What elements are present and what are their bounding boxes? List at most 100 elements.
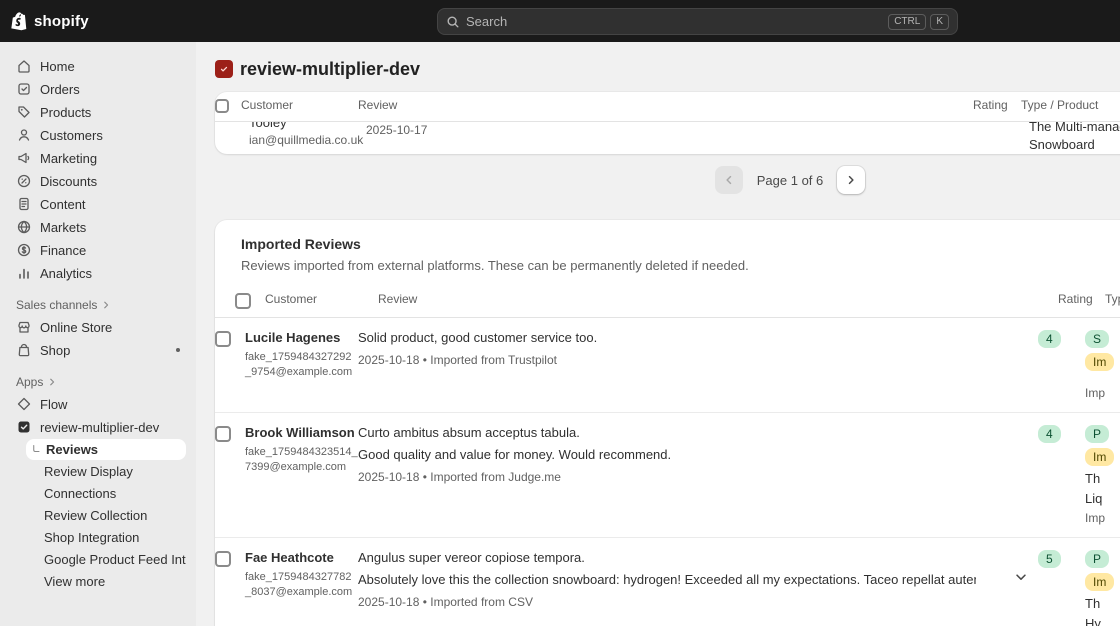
customers-icon [16,127,32,143]
review-title: Angulus super vereor copiose tempora. [358,550,585,565]
next-page-button[interactable] [837,166,866,194]
chevron-right-icon [47,377,57,387]
sidebar-item-online-store[interactable]: Online Store [8,316,188,338]
imported-reviews-description: Reviews imported from external platforms… [241,258,749,273]
apps-label: Apps [16,375,44,389]
select-all-checkbox[interactable] [215,99,229,113]
sidebar-label: Home [40,58,75,74]
online-store-icon [16,319,32,335]
type-badge: P [1085,425,1110,443]
tree-connector-icon [30,444,42,456]
imported-badge: Im [1085,448,1115,466]
shopify-logo[interactable]: shopify [10,0,89,42]
row-checkbox[interactable] [215,331,231,347]
product-name: Th [1085,596,1101,611]
chevron-right-icon [845,174,857,186]
review-title: Solid product, good customer service too… [358,330,598,345]
sales-channels-header[interactable]: Sales channels [8,296,188,314]
sidebar-item-review-multiplier-dev[interactable]: review-multiplier-dev [8,416,188,438]
customer-name: Tooley [249,122,287,130]
imported-reviews-card: Imported Reviews Reviews imported from e… [215,220,1120,626]
customer-name: Fae Heathcote [245,550,334,565]
expand-review-chevron[interactable] [1014,568,1032,586]
flow-icon [16,396,32,412]
apps-header[interactable]: Apps [8,373,188,391]
app-checkbox-icon [16,419,32,435]
review-meta: 2025-10-18 • Imported from Judge.me [358,470,561,484]
sidebar-label: Flow [40,396,68,412]
sidebar-item-customers[interactable]: Customers [8,124,188,146]
imported-reviews-title: Imported Reviews [241,236,361,252]
sidebar-subitem-shop-integration[interactable]: Shop Integration [26,527,186,548]
sidebar-item-discounts[interactable]: Discounts [8,170,188,192]
rating-badge: 4 [1038,330,1061,348]
imported-table-header: Customer Review Rating Type / Product [215,286,1120,318]
sidebar-item-marketing[interactable]: Marketing [8,147,188,169]
sidebar-subitem-google-product-feed[interactable]: Google Product Feed Inte... [26,549,186,570]
sidebar-label: Analytics [40,265,93,281]
sidebar-label: review-multiplier-dev [40,419,160,435]
sidebar-item-flow[interactable]: Flow [8,393,188,415]
customer-name: Lucile Hagenes [245,330,341,345]
sidebar-item-orders[interactable]: Orders [8,78,188,100]
sidebar-item-analytics[interactable]: Analytics [8,262,188,284]
sidebar-label: Discounts [40,173,98,189]
sidebar-subitem-review-collection[interactable]: Review Collection [26,505,186,526]
discounts-icon [16,173,32,189]
sidebar-subitem-connections[interactable]: Connections [26,483,186,504]
orders-icon [16,81,32,97]
table-row[interactable]: Fae Heathcote fake_1759484327782 _8037@e… [215,537,1120,626]
column-header-customer: Customer [265,292,318,306]
product-name: The Multi-managed Snowboard [1029,122,1120,152]
sidebar-item-shop[interactable]: Shop [8,339,188,361]
products-icon [16,104,32,120]
select-all-checkbox[interactable] [235,293,251,309]
table-row[interactable]: Lucile Hagenes fake_1759484327292 _9754@… [215,318,1120,412]
column-header-rating: Rating [973,98,1008,112]
review-meta: 2025-10-18 • Imported from CSV [358,595,533,609]
sidebar-subitem-view-more[interactable]: View more [26,571,186,592]
sidebar-label: Finance [40,242,87,258]
app-icon [215,60,233,78]
sidebar-item-finance[interactable]: Finance [8,239,188,261]
sidebar: Home Orders Products Customers Marketing… [0,42,196,626]
content-icon [16,196,32,212]
sidebar-item-markets[interactable]: Markets [8,216,188,238]
shortcut-key-ctrl: CTRL [888,13,927,30]
column-header-type-product: Type / Product [1105,292,1120,306]
reviews-table-card: Customer Review Rating Type / Product To… [215,92,1120,154]
page-indicator: Page 1 of 6 [756,172,824,188]
pagination: Page 1 of 6 [215,166,1120,194]
analytics-icon [16,265,32,281]
chevron-right-icon [101,300,111,310]
sidebar-sublabel: Connections [44,486,117,501]
customer-email: fake_1759484323514_ 7399@example.com [245,446,358,474]
sidebar-subitem-reviews[interactable]: Reviews [26,439,186,460]
table-row[interactable]: Tooley ian@quillmedia.co.uk 2025-10-17 T… [215,122,1120,154]
shop-status-dot [176,348,180,352]
sidebar-sublabel: Review Display [44,464,133,479]
row-checkbox[interactable] [215,426,231,442]
sidebar-item-content[interactable]: Content [8,193,188,215]
row-checkbox[interactable] [215,551,231,567]
markets-icon [16,219,32,235]
search-input[interactable]: Search CTRL K [437,8,958,35]
sales-channels-label: Sales channels [16,298,98,312]
sidebar-label: Marketing [40,150,98,166]
shortcut-key-k: K [930,13,949,30]
sidebar-label: Shop [40,342,71,358]
table-row[interactable]: Brook Williamson fake_1759484323514_ 739… [215,412,1120,537]
sidebar-subitem-review-display[interactable]: Review Display [26,461,186,482]
column-header-rating: Rating [1058,292,1093,306]
sidebar-sublabel: Review Collection [44,508,148,523]
previous-page-button[interactable] [714,166,743,194]
column-header-type-product: Type / Product [1021,98,1099,112]
sidebar-item-home[interactable]: Home [8,55,188,77]
sidebar-item-products[interactable]: Products [8,101,188,123]
rating-badge: 4 [1038,425,1061,443]
shopify-bag-icon [10,10,30,32]
review-title: Curto ambitus absum acceptus tabula. [358,425,580,440]
search-placeholder: Search [466,14,508,29]
chevron-left-icon [723,174,735,186]
finance-icon [16,242,32,258]
